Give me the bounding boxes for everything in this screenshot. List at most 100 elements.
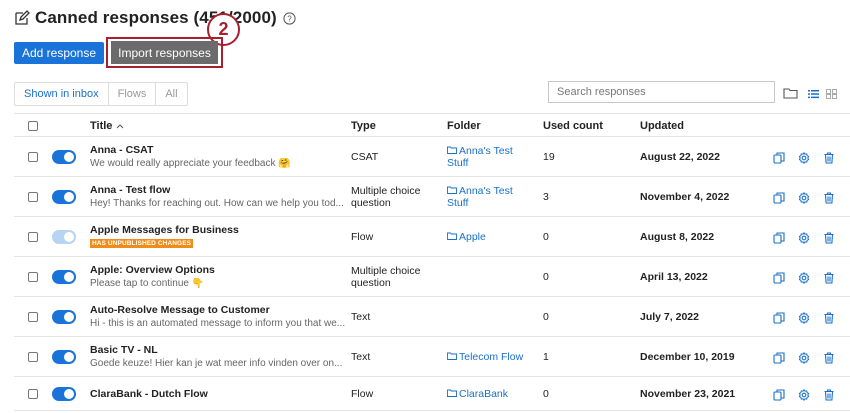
updated-date: April 13, 2022 [640,271,708,283]
folder-link[interactable]: Telecom Flow [447,351,523,363]
table-row[interactable]: ClaraBank - Dutch Flow Flow ClaraBank 0 Nove… [14,377,850,411]
response-name[interactable]: Auto-Resolve Message to Customer [90,304,270,316]
delete-icon[interactable] [823,231,835,244]
used-count: 0 [543,311,549,323]
type-cell: Multiple choice question [351,265,421,289]
folder-icon [447,146,457,154]
folder-link[interactable]: Apple [447,231,486,243]
response-name[interactable]: Basic TV - NL [90,344,158,356]
type-cell: Flow [351,388,374,400]
updated-date: August 22, 2022 [640,151,720,163]
import-responses-button[interactable]: Import responses [111,41,218,64]
folder-link[interactable]: Anna's Test Stuff [447,185,513,209]
updated-date: July 7, 2022 [640,311,699,323]
updated-date: August 8, 2022 [640,231,715,243]
tab-flows[interactable]: Flows [107,83,156,105]
delete-icon[interactable] [823,271,835,284]
folder-link[interactable]: Anna's Test Stuff [447,145,513,169]
type-cell: Multiple choice question [351,185,421,209]
table-row[interactable]: Basic TV - NL Goede keuze! Hier kan je wa… [14,337,850,377]
delete-icon[interactable] [823,191,835,204]
grid-view-icon[interactable] [826,89,837,99]
response-preview: Hi - this is an automated message to inf… [90,318,346,329]
type-cell: Flow [351,231,374,243]
column-used-count[interactable]: Used count [543,114,603,138]
filter-tabs: Shown in inbox Flows All [14,82,188,106]
used-count: 0 [543,271,549,283]
tab-shown-in-inbox[interactable]: Shown in inbox [15,83,108,105]
folder-link[interactable]: ClaraBank [447,388,508,400]
used-count: 0 [543,231,549,243]
settings-icon[interactable] [798,388,810,402]
table-row[interactable]: Anna - CSAT We would really appreciate yo… [14,137,850,177]
response-preview: We would really appreciate your feedback… [90,158,291,169]
delete-icon[interactable] [823,388,835,401]
enabled-toggle[interactable] [52,150,76,164]
settings-icon[interactable] [798,351,810,365]
row-checkbox[interactable] [28,272,38,282]
settings-icon[interactable] [798,151,810,165]
unpublished-badge: HAS UNPUBLISHED CHANGES [90,239,194,248]
folder-icon [447,232,457,240]
enabled-toggle[interactable] [52,190,76,204]
table-body: Anna - CSAT We would really appreciate yo… [14,137,850,411]
row-checkbox[interactable] [28,232,38,242]
search-input[interactable]: Search responses [548,81,775,103]
enabled-toggle[interactable] [52,350,76,364]
edit-icon[interactable] [14,10,30,26]
row-checkbox[interactable] [28,192,38,202]
duplicate-icon[interactable] [773,271,785,284]
column-updated[interactable]: Updated [640,114,684,138]
delete-icon[interactable] [823,311,835,324]
help-icon[interactable]: ? [283,11,296,25]
tab-all[interactable]: All [155,83,186,105]
select-all-checkbox[interactable] [28,121,38,131]
page-header: Canned responses (451/2000) ? [14,7,296,29]
response-name[interactable]: Apple: Overview Options [90,264,215,276]
column-type[interactable]: Type [351,114,376,138]
folder-icon[interactable] [783,87,798,99]
column-title[interactable]: Title [90,114,124,138]
svg-text:?: ? [287,14,292,23]
duplicate-icon[interactable] [773,351,785,364]
response-preview: Goede keuze! Hier kan je wat meer info v… [90,358,343,369]
type-cell: CSAT [351,151,379,163]
table-row[interactable]: Apple: Overview Options Please tap to con… [14,257,850,297]
list-view-icon[interactable] [808,89,819,99]
row-checkbox[interactable] [28,389,38,399]
row-checkbox[interactable] [28,352,38,362]
row-checkbox[interactable] [28,152,38,162]
table-row[interactable]: Anna - Test flow Hey! Thanks for reaching… [14,177,850,217]
column-folder[interactable]: Folder [447,114,481,138]
enabled-toggle[interactable] [52,230,76,244]
sort-asc-icon [117,124,124,129]
settings-icon[interactable] [798,271,810,285]
duplicate-icon[interactable] [773,191,785,204]
duplicate-icon[interactable] [773,388,785,401]
duplicate-icon[interactable] [773,151,785,164]
table-row[interactable]: Apple Messages for Business HAS UNPUBLISH… [14,217,850,257]
add-response-button[interactable]: Add response [14,42,104,64]
table-row[interactable]: Auto-Resolve Message to Customer Hi - thi… [14,297,850,337]
response-name[interactable]: Apple Messages for Business [90,224,239,236]
settings-icon[interactable] [798,311,810,325]
enabled-toggle[interactable] [52,310,76,324]
table-header: Title Type Folder Used count Updated [14,113,850,137]
response-name[interactable]: Anna - CSAT [90,144,153,156]
row-checkbox[interactable] [28,312,38,322]
type-cell: Text [351,351,371,363]
settings-icon[interactable] [798,231,810,245]
page-title: Canned responses (451/2000) [35,8,277,27]
settings-icon[interactable] [798,191,810,205]
response-name[interactable]: Anna - Test flow [90,184,170,196]
used-count: 0 [543,388,549,400]
response-name[interactable]: ClaraBank - Dutch Flow [90,388,208,400]
enabled-toggle[interactable] [52,387,76,401]
enabled-toggle[interactable] [52,270,76,284]
updated-date: November 23, 2021 [640,388,736,400]
delete-icon[interactable] [823,351,835,364]
delete-icon[interactable] [823,151,835,164]
used-count: 1 [543,351,549,363]
duplicate-icon[interactable] [773,311,785,324]
duplicate-icon[interactable] [773,231,785,244]
